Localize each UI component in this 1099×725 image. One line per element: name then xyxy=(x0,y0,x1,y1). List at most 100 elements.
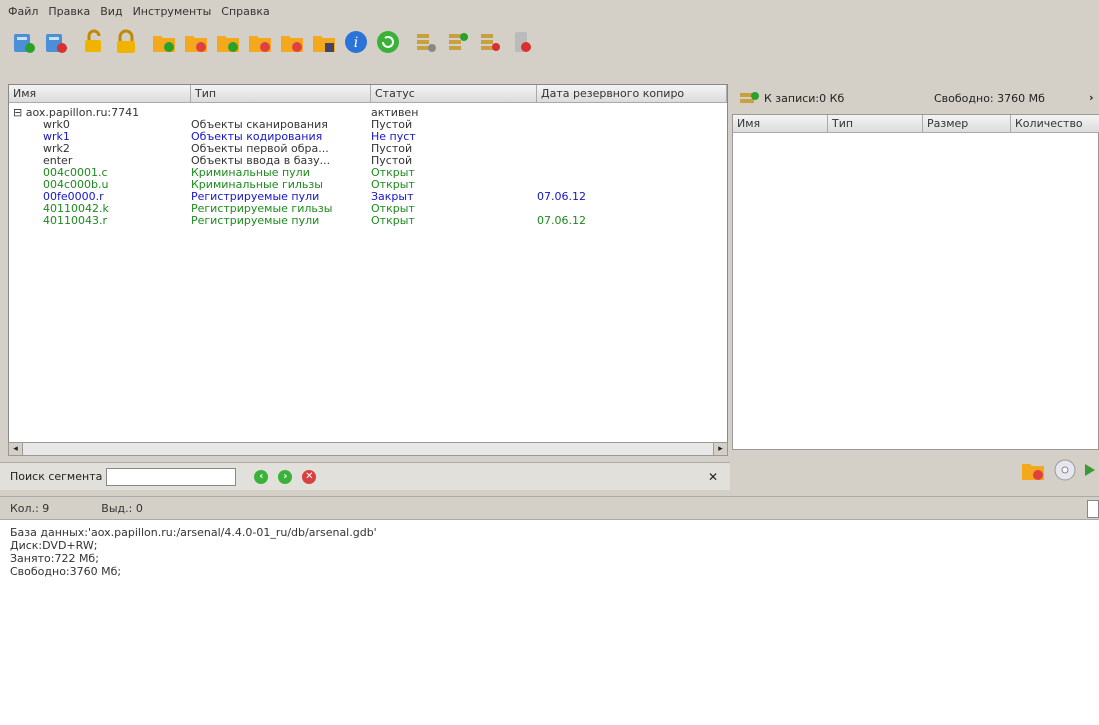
close-search-icon[interactable]: ✕ xyxy=(708,470,718,484)
folder-burn-icon[interactable] xyxy=(1021,458,1045,485)
refresh-icon[interactable] xyxy=(374,28,402,56)
lock-icon[interactable] xyxy=(112,28,140,56)
info-line-free: Свободно:3760 Мб; xyxy=(10,565,122,578)
export-arrow-icon[interactable] xyxy=(1085,458,1099,485)
right-column-type[interactable]: Тип xyxy=(828,115,923,133)
tree-row[interactable]: wrk1 Объекты кодирования Не пуст xyxy=(9,131,727,143)
disk-remove-icon[interactable] xyxy=(508,28,536,56)
menu-tools[interactable]: Инструменты xyxy=(133,5,212,18)
folder-delete-icon[interactable] xyxy=(246,28,274,56)
to-write-label: К записи:0 Кб xyxy=(764,92,845,105)
tree-row-status: активен xyxy=(371,107,419,119)
scroll-left-arrow-icon[interactable]: ◂ xyxy=(9,443,23,455)
tree-row-type: Объекты сканирования xyxy=(191,119,328,131)
tree-row-name-text: wrk1 xyxy=(43,131,70,143)
tree-row-name-text: 004c000b.u xyxy=(43,179,109,191)
tree-row-date: 07.06.12 xyxy=(537,191,586,203)
tree-row-name-text: 40110042.k xyxy=(43,203,109,215)
column-header-type[interactable]: Тип xyxy=(191,85,371,103)
tree-row-name: 004c0001.c xyxy=(9,167,189,179)
tree-row[interactable]: 40110043.r Регистрируемые пули Открыт 07.06… xyxy=(9,215,727,227)
disc-icon[interactable] xyxy=(1053,458,1077,485)
info-line-used: Занято:722 Мб; xyxy=(10,552,99,565)
selected-status: Выд.: 0 xyxy=(101,501,143,515)
toolbar: i xyxy=(0,22,1099,62)
chevron-right-icon[interactable]: › xyxy=(1089,91,1094,104)
tree-row-name: wrk1 xyxy=(9,131,189,143)
right-column-name[interactable]: Имя xyxy=(733,115,828,133)
segment-search-bar: Поиск сегмента ‹ › ✕ ✕ xyxy=(0,462,730,490)
tree-row-name: wrk0 xyxy=(9,119,189,131)
menu-help[interactable]: Справка xyxy=(221,5,269,18)
tree-row-name: 00fe0000.r xyxy=(9,191,189,203)
menu-edit[interactable]: Правка xyxy=(48,5,90,18)
write-queue-list: Имя Тип Размер Количество xyxy=(732,114,1099,450)
tree-row[interactable]: 40110042.k Регистрируемые гильзы Открыт xyxy=(9,203,727,215)
tree-row[interactable]: 00fe0000.r Регистрируемые пули Закрыт 07.06… xyxy=(9,191,727,203)
tree-row-status: Закрыт xyxy=(371,191,414,203)
search-next-icon[interactable]: › xyxy=(278,469,293,484)
right-column-size[interactable]: Размер xyxy=(923,115,1011,133)
db-add-icon[interactable] xyxy=(444,28,472,56)
server-remove-icon[interactable] xyxy=(42,28,70,56)
right-column-count[interactable]: Количество xyxy=(1011,115,1099,133)
tree-row-name-text: wrk2 xyxy=(43,143,70,155)
info-icon[interactable]: i xyxy=(342,28,370,56)
database-info-panel: База данных:'aox.papillon.ru:/arsenal/4.… xyxy=(0,520,1099,725)
svg-text:i: i xyxy=(354,35,358,51)
tree-row-status: Открыт xyxy=(371,203,415,215)
write-queue-header: К записи:0 Кб Свободно: 3760 Мб › xyxy=(732,84,1099,114)
search-label: Поиск сегмента xyxy=(10,470,103,483)
tree-row-type: Регистрируемые пули xyxy=(191,215,320,227)
column-header-backup-date[interactable]: Дата резервного копиро xyxy=(537,85,727,103)
tree-row-type: Объекты кодирования xyxy=(191,131,323,143)
tree-row-type: Криминальные пули xyxy=(191,167,310,179)
menu-file[interactable]: Файл xyxy=(8,5,38,18)
folder-save-icon[interactable] xyxy=(310,28,338,56)
column-header-status[interactable]: Статус xyxy=(371,85,537,103)
write-actions-bar xyxy=(732,452,1099,490)
tree-row-status: Открыт xyxy=(371,215,415,227)
tree-row[interactable]: 004c000b.u Криминальные гильзы Открыт xyxy=(9,179,727,191)
db-remove-icon[interactable] xyxy=(476,28,504,56)
menu-view[interactable]: Вид xyxy=(100,5,122,18)
tree-row-type: Регистрируемые гильзы xyxy=(191,203,333,215)
tree-row-name-text: 004c0001.c xyxy=(43,167,108,179)
tree-row[interactable]: ⊟ aox.papillon.ru:7741 активен xyxy=(9,107,727,119)
tree-row-name-text: enter xyxy=(43,155,73,167)
search-clear-icon[interactable]: ✕ xyxy=(302,469,317,484)
folder-remove-icon[interactable] xyxy=(182,28,210,56)
status-panel-toggle[interactable] xyxy=(1087,500,1099,518)
write-queue-icon xyxy=(740,90,760,109)
tree-row-name: enter xyxy=(9,155,189,167)
tree-row-status: Открыт xyxy=(371,167,415,179)
unlock-icon[interactable] xyxy=(80,28,108,56)
tree-row[interactable]: wrk0 Объекты сканирования Пустой xyxy=(9,119,727,131)
scroll-right-arrow-icon[interactable]: ▸ xyxy=(713,443,727,455)
menu-bar: Файл Правка Вид Инструменты Справка xyxy=(0,0,1099,22)
folder-edit-icon[interactable] xyxy=(214,28,242,56)
tree-row-name-text: aox.papillon.ru:7741 xyxy=(25,107,140,119)
folder-copy-icon[interactable] xyxy=(278,28,306,56)
info-line-disk: Диск:DVD+RW; xyxy=(10,539,98,552)
db-settings-icon[interactable] xyxy=(412,28,440,56)
server-add-icon[interactable] xyxy=(10,28,38,56)
tree-row-name: 004c000b.u xyxy=(9,179,189,191)
tree-row-name: wrk2 xyxy=(9,143,189,155)
tree-row-name: 40110042.k xyxy=(9,203,189,215)
tree-row-type: Объекты первой обра... xyxy=(191,143,329,155)
tree-row-status: Не пуст xyxy=(371,131,416,143)
segment-search-input[interactable] xyxy=(106,467,237,486)
expand-collapse-icon[interactable]: ⊟ xyxy=(13,107,26,119)
column-header-name[interactable]: Имя xyxy=(9,85,191,103)
horizontal-scrollbar[interactable]: ◂ ▸ xyxy=(8,442,728,456)
tree-row[interactable]: enter Объекты ввода в базу... Пустой xyxy=(9,155,727,167)
tree-row[interactable]: wrk2 Объекты первой обра... Пустой xyxy=(9,143,727,155)
tree-row[interactable]: 004c0001.c Криминальные пули Открыт xyxy=(9,167,727,179)
tree-row-name-text: 00fe0000.r xyxy=(43,191,104,203)
folder-add-icon[interactable] xyxy=(150,28,178,56)
tree-row-name: ⊟ aox.papillon.ru:7741 xyxy=(9,107,189,119)
search-prev-icon[interactable]: ‹ xyxy=(254,469,269,484)
tree-row-type: Регистрируемые пули xyxy=(191,191,320,203)
tree-row-status: Пустой xyxy=(371,119,413,131)
